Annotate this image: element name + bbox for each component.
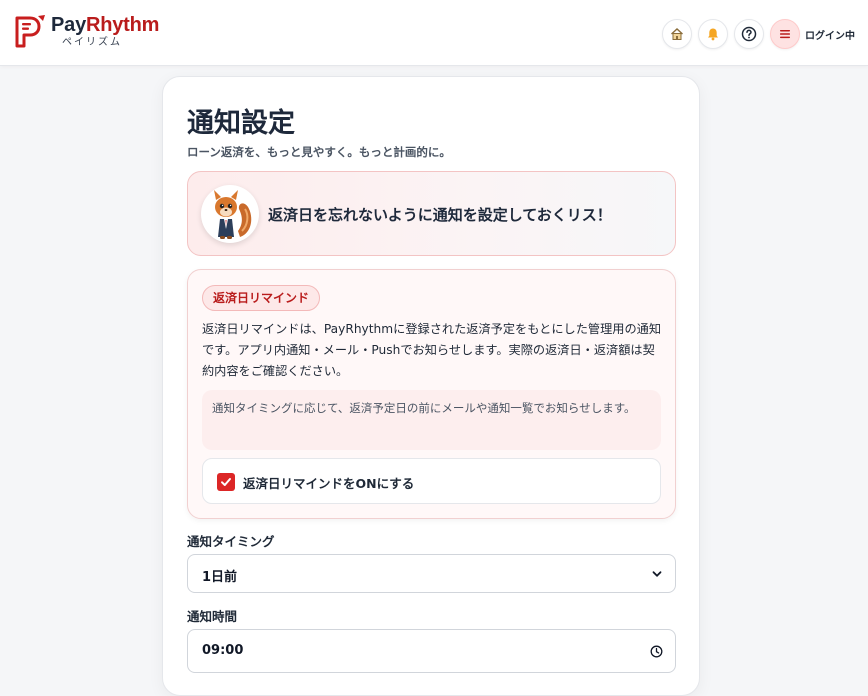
time-input[interactable]: 09:00: [187, 629, 676, 673]
bell-icon: [708, 28, 718, 41]
brand-subtitle: ペイリズム: [62, 37, 122, 48]
mascot-banner: 返済日を忘れないように通知を設定しておくリス！: [187, 171, 676, 256]
reminder-section: 返済日リマインド 返済日リマインドは、PayRhythmに登録された返済予定をも…: [187, 269, 676, 519]
mascot-avatar: [201, 185, 259, 243]
help-button[interactable]: [734, 19, 764, 49]
settings-card: 通知設定 ローン返済を、もっと見やすく。もっと計画的に。 返済日を忘れないように…: [162, 76, 700, 696]
help-icon: [741, 26, 757, 42]
time-label: 通知時間: [187, 609, 238, 624]
clock-icon[interactable]: [650, 645, 663, 658]
page-subtitle: ローン返済を、もっと見やすく。もっと計画的に。: [187, 145, 451, 159]
home-icon: [671, 28, 683, 40]
home-button[interactable]: [662, 19, 692, 49]
timing-label: 通知タイミング: [187, 534, 275, 549]
timing-selected-value: 1日前: [202, 570, 238, 585]
login-status: ログイン中: [805, 31, 855, 42]
menu-button[interactable]: [770, 19, 800, 49]
logo-mark-icon: [15, 15, 45, 48]
reminder-checkbox[interactable]: [217, 473, 235, 491]
chevron-down-icon: [652, 571, 662, 577]
reminder-badge: 返済日リマインド: [202, 285, 321, 311]
app-header: PayRhythm ペイリズム ログイン中: [0, 0, 868, 66]
brand-logo[interactable]: PayRhythm ペイリズム: [14, 14, 159, 50]
page-title: 通知設定: [187, 108, 295, 139]
brand-rhythm: Rhythm: [86, 14, 160, 36]
mascot-message: 返済日を忘れないように通知を設定しておくリス！: [268, 206, 612, 224]
brand-name: PayRhythm: [51, 14, 159, 36]
timing-select[interactable]: 1日前: [187, 554, 676, 593]
reminder-note: 通知タイミングに応じて、返済予定日の前にメールや通知一覧でお知らせします。: [202, 390, 661, 450]
menu-icon: [780, 30, 790, 39]
reminder-toggle-row[interactable]: 返済日リマインドをONにする: [202, 458, 661, 504]
brand-pay: Pay: [51, 14, 86, 36]
time-value: 09:00: [202, 643, 244, 658]
squirrel-mascot-icon: [214, 190, 252, 239]
reminder-description: 返済日リマインドは、PayRhythmに登録された返済予定をもとにした管理用の通…: [202, 322, 662, 378]
checkmark-icon: [221, 478, 231, 486]
notifications-button[interactable]: [698, 19, 728, 49]
reminder-checkbox-label: 返済日リマインドをONにする: [243, 476, 415, 491]
